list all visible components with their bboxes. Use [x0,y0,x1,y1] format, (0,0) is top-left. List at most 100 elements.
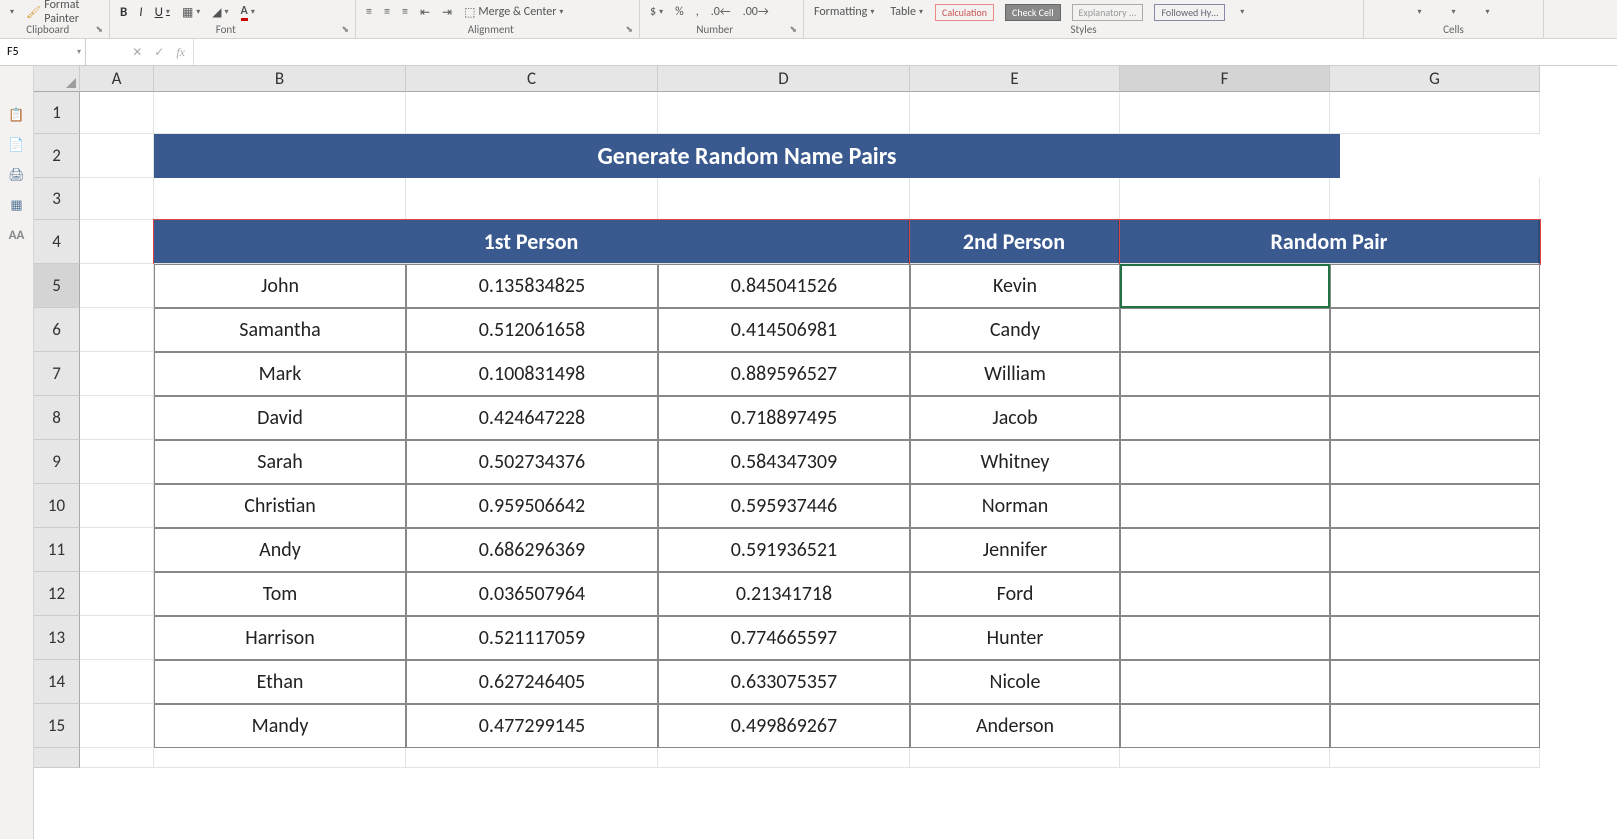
row-header-6[interactable]: 6 [34,308,80,352]
row-header-10[interactable]: 10 [34,484,80,528]
cell-G13[interactable] [1330,616,1540,660]
cell-A7[interactable] [80,352,154,396]
cell-C11[interactable]: 0.686296369 [406,528,658,572]
col-header-B[interactable]: B [154,66,406,92]
cell-C9[interactable]: 0.502734376 [406,440,658,484]
cell-A5[interactable] [80,264,154,308]
cell-D9[interactable]: 0.584347309 [658,440,910,484]
border-button[interactable]: ▦▾ [178,2,204,22]
enter-icon[interactable]: ✓ [154,45,164,60]
col-header-A[interactable]: A [80,66,154,92]
cell-B6[interactable]: Samantha [154,308,406,352]
cell-F14[interactable] [1120,660,1330,704]
cell-C14[interactable]: 0.627246405 [406,660,658,704]
align-right-button[interactable]: ≡ [398,2,412,22]
cell-B14[interactable]: Ethan [154,660,406,704]
conditional-formatting-button[interactable]: Formatting▾ [810,2,878,22]
format-painter-button[interactable]: 🖌 Format Painter [22,2,103,22]
cell-C8[interactable]: 0.424647228 [406,396,658,440]
row-header-3[interactable]: 3 [34,178,80,220]
alignment-dialog-launcher[interactable]: ⬊ [625,23,633,37]
styles-more-button[interactable]: ▾ [1236,2,1248,22]
cell-A2[interactable] [80,134,154,178]
header-1st-person[interactable]: 1st Person [154,220,910,264]
cell-D11[interactable]: 0.591936521 [658,528,910,572]
cell-style-followed[interactable]: Followed Hy… [1154,4,1225,21]
align-left-button[interactable]: ≡ [362,2,376,22]
table-icon[interactable]: ▦ [8,196,26,214]
cell-E14[interactable]: Nicole [910,660,1120,704]
paste-dropdown[interactable]: ▾ [6,2,18,22]
header-random-pair[interactable]: Random Pair [1120,220,1540,264]
cell-D16[interactable] [658,748,910,768]
cell-F13[interactable] [1120,616,1330,660]
row-header-5[interactable]: 5 [34,264,80,308]
row-header-9[interactable]: 9 [34,440,80,484]
align-center-button[interactable]: ≡ [380,2,394,22]
cell-style-explanatory[interactable]: Explanatory ... [1072,4,1144,21]
font-dialog-launcher[interactable]: ⬊ [341,23,349,37]
cell-E3[interactable] [910,178,1120,220]
number-dialog-launcher[interactable]: ⬊ [789,23,797,37]
cell-E16[interactable] [910,748,1120,768]
cell-B15[interactable]: Mandy [154,704,406,748]
row-header-16[interactable] [34,748,80,768]
cell-A15[interactable] [80,704,154,748]
clipboard-dialog-launcher[interactable]: ⬊ [95,23,103,37]
cell-B9[interactable]: Sarah [154,440,406,484]
fill-color-button[interactable]: ◢▾ [208,2,232,22]
cell-A14[interactable] [80,660,154,704]
cell-G15[interactable] [1330,704,1540,748]
cell-B12[interactable]: Tom [154,572,406,616]
cell-style-check[interactable]: Check Cell [1005,4,1061,21]
cell-G14[interactable] [1330,660,1540,704]
row-header-7[interactable]: 7 [34,352,80,396]
cell-F6[interactable] [1120,308,1330,352]
cell-C10[interactable]: 0.959506642 [406,484,658,528]
name-box-dropdown-icon[interactable]: ▾ [77,47,81,57]
cell-B8[interactable]: David [154,396,406,440]
name-box[interactable]: F5 ▾ [0,39,86,65]
currency-button[interactable]: $▾ [646,2,667,22]
percent-button[interactable]: % [671,2,688,22]
cell-D15[interactable]: 0.499869267 [658,704,910,748]
header-2nd-person[interactable]: 2nd Person [910,220,1120,264]
cell-G6[interactable] [1330,308,1540,352]
clipboard-icon[interactable]: 📋 [8,106,26,124]
font-color-button[interactable]: A▾ [237,2,259,22]
row-header-13[interactable]: 13 [34,616,80,660]
cell-E12[interactable]: Ford [910,572,1120,616]
comma-button[interactable]: , [692,2,703,22]
cell-F5[interactable] [1120,264,1330,308]
cell-F15[interactable] [1120,704,1330,748]
cell-A4[interactable] [80,220,154,264]
cell-A3[interactable] [80,178,154,220]
text-style-icon[interactable]: AA [8,226,26,244]
col-header-E[interactable]: E [910,66,1120,92]
cell-C1[interactable] [406,92,658,134]
cell-C15[interactable]: 0.477299145 [406,704,658,748]
cell-B1[interactable] [154,92,406,134]
row-header-1[interactable]: 1 [34,92,80,134]
cell-D10[interactable]: 0.595937446 [658,484,910,528]
delete-button[interactable]: ▾ [1447,2,1459,22]
italic-button[interactable]: I [135,2,146,22]
cell-F10[interactable] [1120,484,1330,528]
cell-B16[interactable] [154,748,406,768]
cell-G12[interactable] [1330,572,1540,616]
cell-F9[interactable] [1120,440,1330,484]
formula-input[interactable] [194,39,1617,65]
cell-G9[interactable] [1330,440,1540,484]
cell-G11[interactable] [1330,528,1540,572]
format-button[interactable]: ▾ [1482,2,1494,22]
cell-E11[interactable]: Jennifer [910,528,1120,572]
row-header-4[interactable]: 4 [34,220,80,264]
cell-A16[interactable] [80,748,154,768]
format-as-table-button[interactable]: Table▾ [886,2,927,22]
cell-C16[interactable] [406,748,658,768]
cell-E1[interactable] [910,92,1120,134]
cell-B10[interactable]: Christian [154,484,406,528]
cell-G8[interactable] [1330,396,1540,440]
select-all-corner[interactable] [34,66,80,92]
cell-F12[interactable] [1120,572,1330,616]
